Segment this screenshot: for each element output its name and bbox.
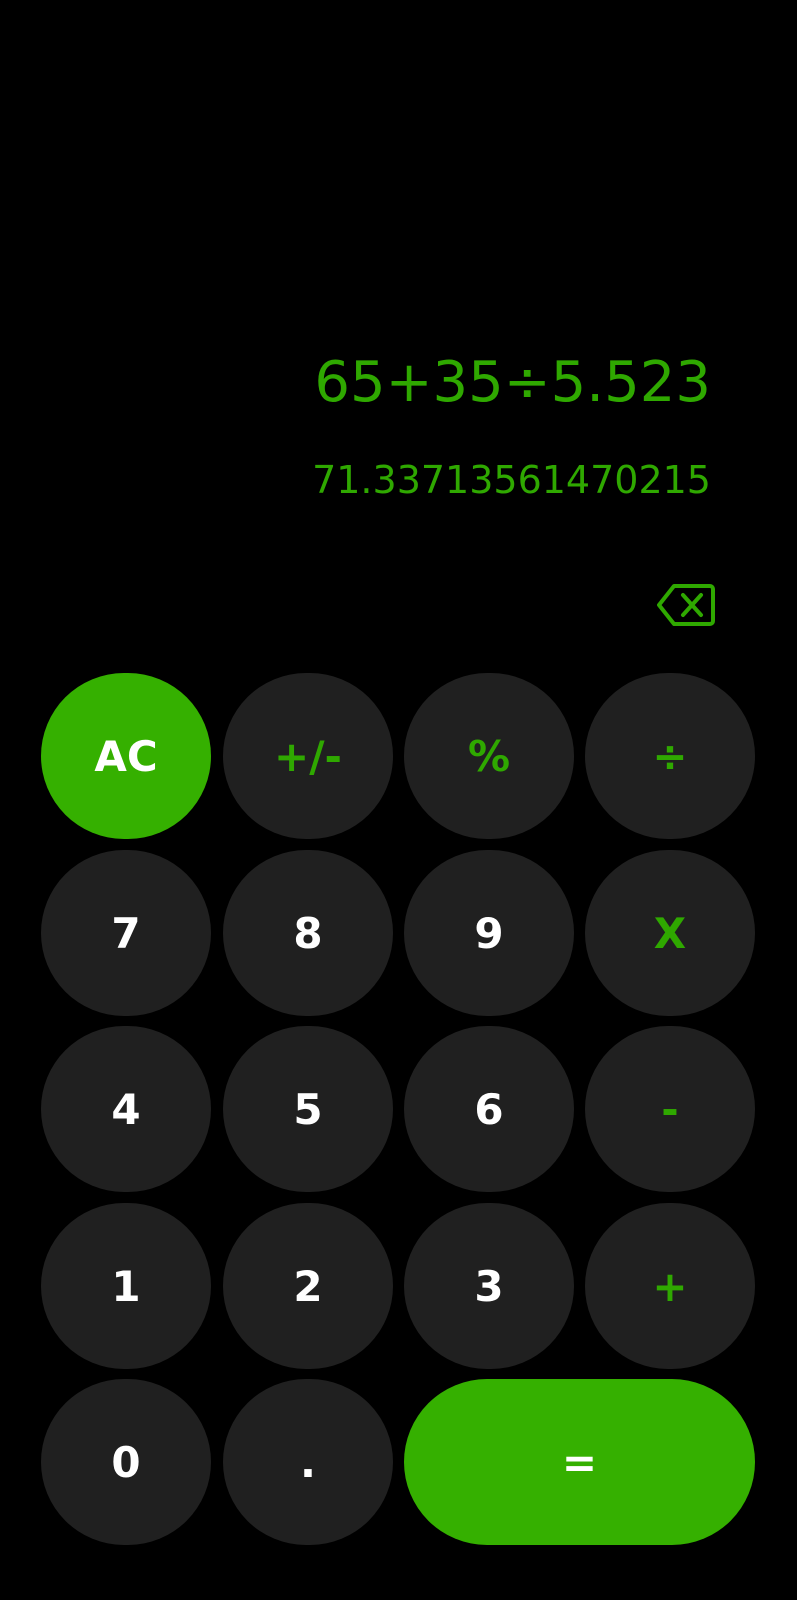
percent-button[interactable]: % xyxy=(404,673,574,839)
plus-button[interactable]: + xyxy=(585,1203,755,1369)
digit-7-button[interactable]: 7 xyxy=(41,850,211,1016)
digit-2-button[interactable]: 2 xyxy=(223,1203,393,1369)
clear-button[interactable]: AC xyxy=(41,673,211,839)
backspace-icon[interactable] xyxy=(657,583,715,627)
digit-1-button[interactable]: 1 xyxy=(41,1203,211,1369)
digit-0-button[interactable]: 0 xyxy=(41,1379,211,1545)
digit-6-button[interactable]: 6 xyxy=(404,1026,574,1192)
digit-8-button[interactable]: 8 xyxy=(223,850,393,1016)
digit-9-button[interactable]: 9 xyxy=(404,850,574,1016)
decimal-point-button[interactable]: . xyxy=(223,1379,393,1545)
expression-text: 65+35÷5.523 xyxy=(314,350,711,415)
equals-button[interactable]: = xyxy=(404,1379,755,1545)
result-text: 71.33713561470215 xyxy=(312,458,711,502)
sign-toggle-button[interactable]: +/- xyxy=(223,673,393,839)
digit-5-button[interactable]: 5 xyxy=(223,1026,393,1192)
divide-button[interactable]: ÷ xyxy=(585,673,755,839)
multiply-button[interactable]: X xyxy=(585,850,755,1016)
digit-4-button[interactable]: 4 xyxy=(41,1026,211,1192)
digit-3-button[interactable]: 3 xyxy=(404,1203,574,1369)
calculator-display: 65+35÷5.523 71.33713561470215 xyxy=(0,0,797,660)
minus-button[interactable]: - xyxy=(585,1026,755,1192)
